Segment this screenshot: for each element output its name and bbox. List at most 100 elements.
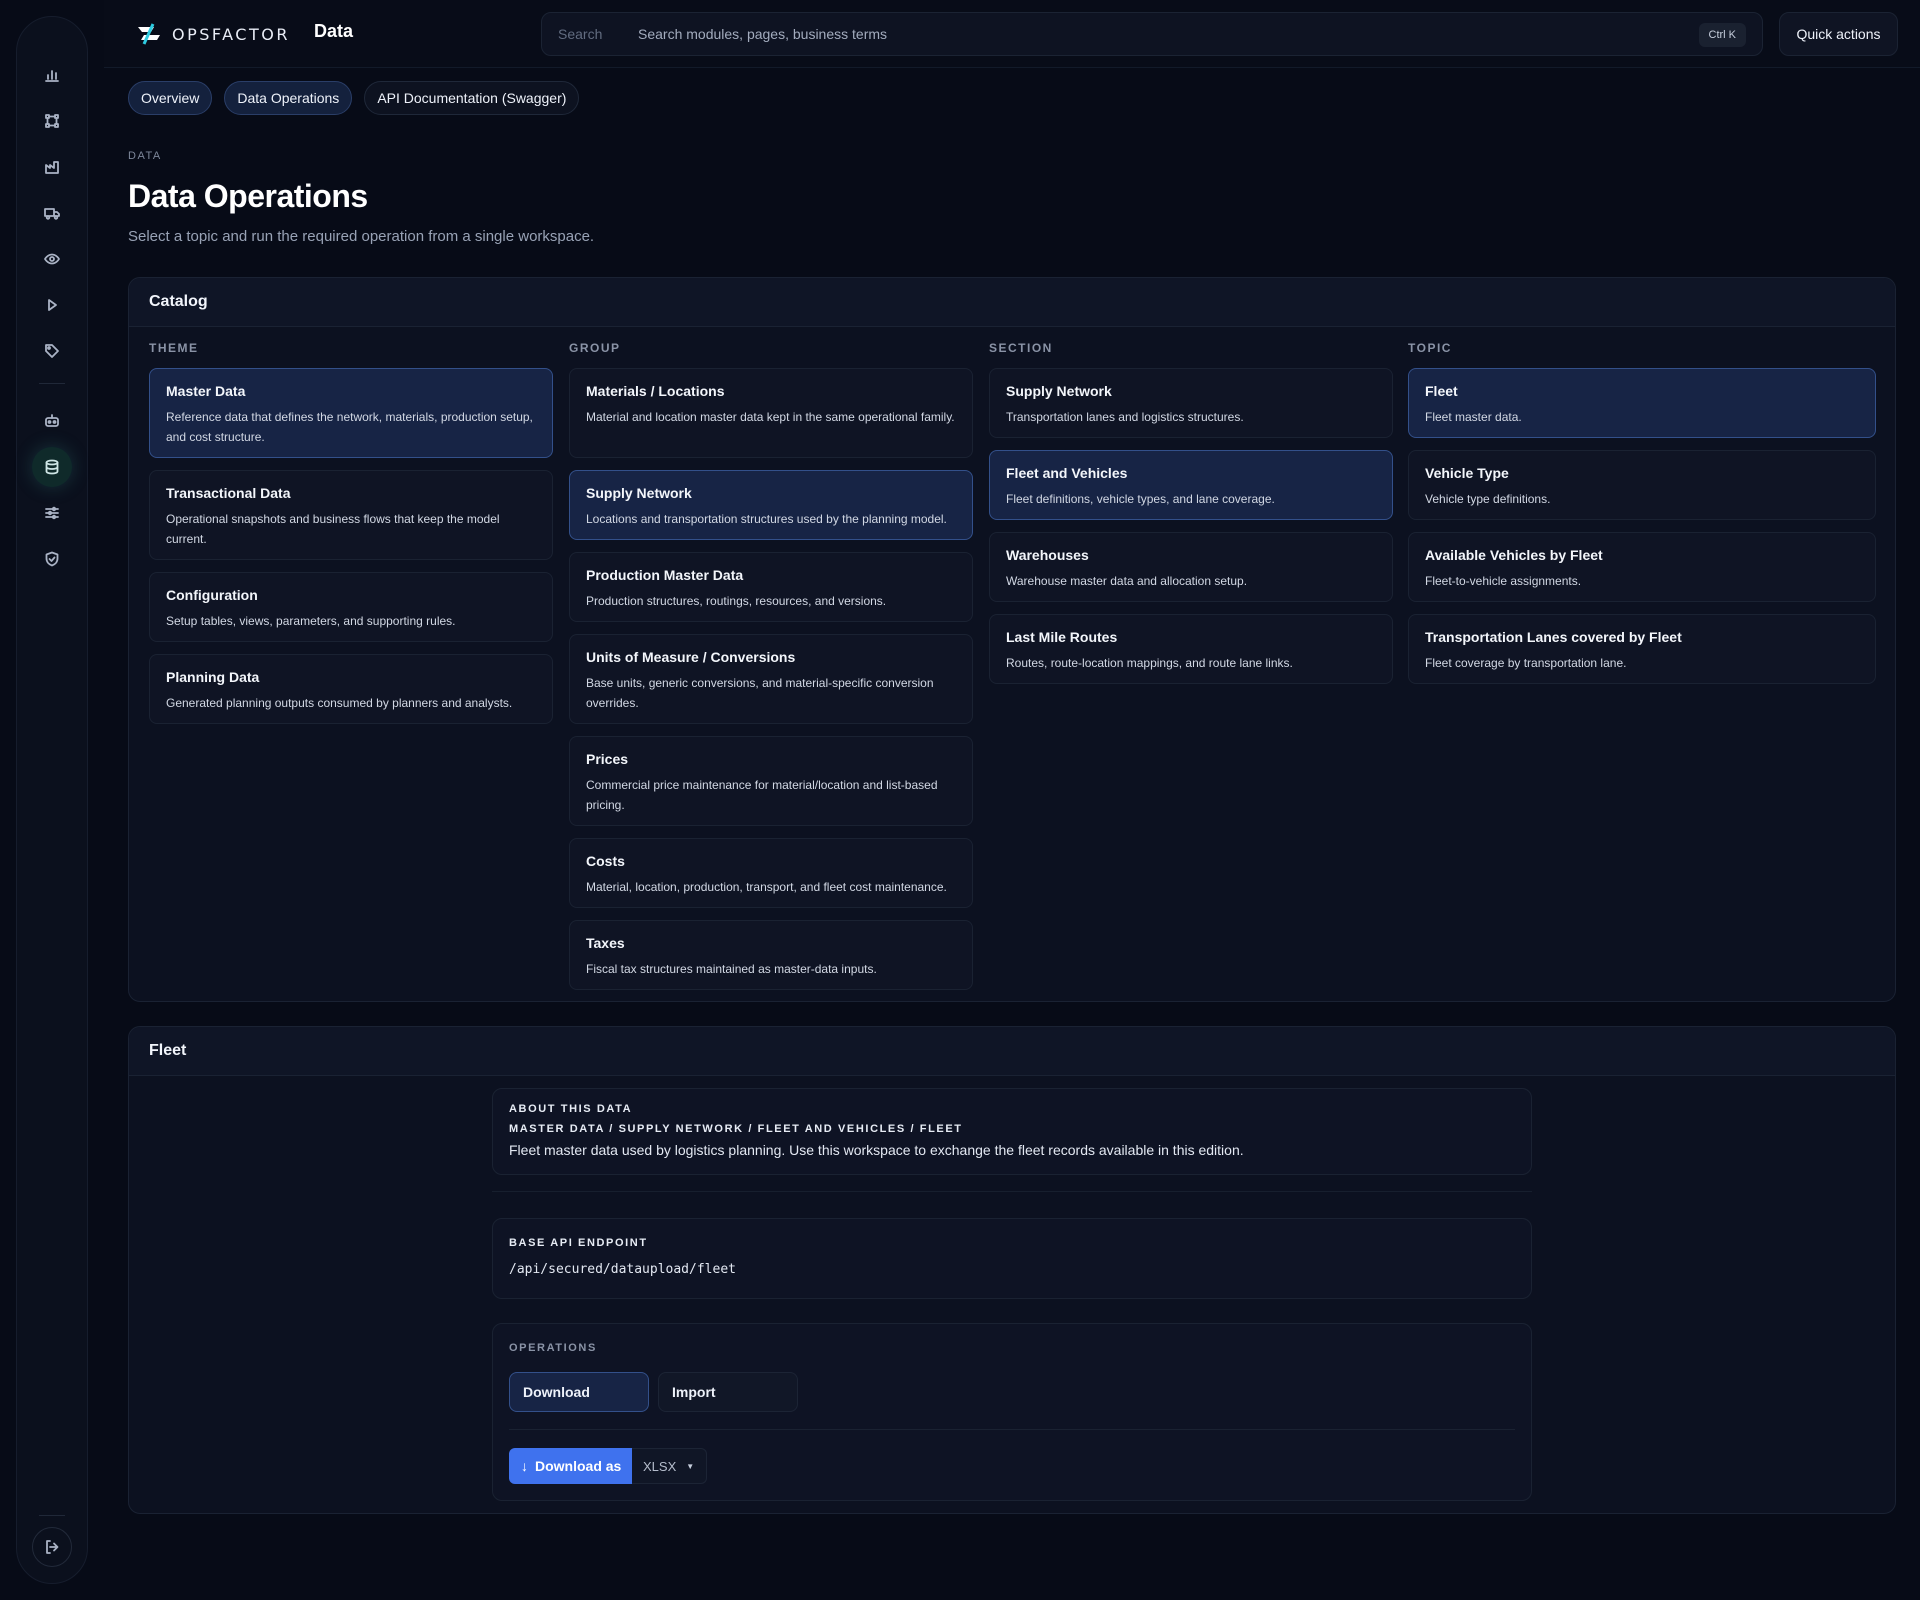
tab-api-documentation[interactable]: API Documentation (Swagger) [364, 81, 580, 115]
card-description: Base units, generic conversions, and mat… [586, 676, 934, 710]
shield-icon[interactable] [32, 539, 72, 579]
card-title: Configuration [166, 587, 258, 603]
page-tabs: Overview Data Operations API Documentati… [128, 81, 580, 115]
card-description: Material, location, production, transpor… [586, 880, 947, 894]
card-title: Planning Data [166, 669, 260, 685]
operations-label: OPERATIONS [509, 1342, 597, 1354]
card-title: Transactional Data [166, 485, 291, 501]
endpoint-label: BASE API ENDPOINT [509, 1237, 648, 1249]
format-select[interactable]: XLSX ▼ [632, 1448, 707, 1484]
eye-icon[interactable] [32, 239, 72, 279]
quick-actions-button[interactable]: Quick actions [1779, 12, 1898, 56]
card-description: Fleet master data. [1425, 410, 1522, 424]
card-title: Prices [586, 751, 629, 767]
section-column-label: SECTION [989, 341, 1053, 355]
robot-icon[interactable] [32, 401, 72, 441]
card-title: Taxes [586, 935, 625, 951]
card-title: Supply Network [586, 485, 692, 501]
card-description: Fiscal tax structures maintained as mast… [586, 962, 877, 976]
card-description: Routes, route-location mappings, and rou… [1006, 656, 1293, 670]
download-as-label: Download as [535, 1458, 622, 1474]
search-input[interactable] [638, 26, 1638, 42]
card-description: Fleet coverage by transportation lane. [1425, 656, 1627, 670]
card-title: Fleet and Vehicles [1006, 465, 1128, 481]
card-description: Generated planning outputs consumed by p… [166, 696, 513, 710]
theme-card-transactional-data[interactable]: Transactional Data Operational snapshots… [149, 470, 553, 560]
group-card-production-master-data[interactable]: Production Master Data Production struct… [569, 552, 973, 622]
group-column-label: GROUP [569, 341, 621, 355]
section-card-warehouses[interactable]: Warehouses Warehouse master data and all… [989, 532, 1393, 602]
data-path: MASTER DATA / SUPPLY NETWORK / FLEET AND… [509, 1123, 963, 1135]
database-icon[interactable] [32, 447, 72, 487]
card-description: Vehicle type definitions. [1425, 492, 1551, 506]
brand-name: OPSFACTOR [172, 24, 290, 44]
app-title: Data [314, 21, 354, 41]
topic-column-label: TOPIC [1408, 341, 1452, 355]
group-card-costs[interactable]: Costs Material, location, production, tr… [569, 838, 973, 908]
group-card-supply-network[interactable]: Supply Network Locations and transportat… [569, 470, 973, 540]
group-card-materials-locations[interactable]: Materials / Locations Material and locat… [569, 368, 973, 458]
card-title: Materials / Locations [586, 383, 725, 399]
about-label: ABOUT THIS DATA [509, 1103, 633, 1115]
import-operation-tab[interactable]: Import [658, 1372, 798, 1412]
search-bar[interactable]: Search Ctrl K [541, 12, 1763, 56]
group-card-units-of-measure[interactable]: Units of Measure / Conversions Base unit… [569, 634, 973, 724]
theme-card-configuration[interactable]: Configuration Setup tables, views, param… [149, 572, 553, 642]
page-subtitle: Select a topic and run the required oper… [128, 228, 595, 245]
download-as-button[interactable]: ↓ Download as [509, 1448, 632, 1484]
tab-data-operations[interactable]: Data Operations [224, 81, 353, 115]
card-description: Setup tables, views, parameters, and sup… [166, 614, 456, 628]
card-title: Available Vehicles by Fleet [1425, 547, 1603, 563]
card-description: Commercial price maintenance for materia… [586, 778, 938, 812]
endpoint-box: BASE API ENDPOINT /api/secured/datauploa… [492, 1218, 1532, 1299]
brand-logo[interactable]: OPSFACTOR [134, 20, 290, 48]
card-title: Fleet [1425, 383, 1458, 399]
card-title: Supply Network [1006, 383, 1112, 399]
divider [492, 1191, 1532, 1192]
group-card-taxes[interactable]: Taxes Fiscal tax structures maintained a… [569, 920, 973, 990]
section-card-last-mile-routes[interactable]: Last Mile Routes Routes, route-location … [989, 614, 1393, 684]
section-card-fleet-and-vehicles[interactable]: Fleet and Vehicles Fleet definitions, ve… [989, 450, 1393, 520]
top-bar: OPSFACTOR Data Search Ctrl K Quick actio… [104, 0, 1920, 68]
card-title: Units of Measure / Conversions [586, 649, 796, 665]
fleet-detail-panel: Fleet ABOUT THIS DATA MASTER DATA / SUPP… [128, 1026, 1896, 1514]
topic-card-transportation-lanes[interactable]: Transportation Lanes covered by Fleet Fl… [1408, 614, 1876, 684]
truck-icon[interactable] [32, 193, 72, 233]
opsfactor-logo-icon [138, 23, 160, 45]
card-title: Transportation Lanes covered by Fleet [1425, 629, 1682, 645]
theme-column-label: THEME [149, 341, 199, 355]
topic-card-vehicle-type[interactable]: Vehicle Type Vehicle type definitions. [1408, 450, 1876, 520]
play-icon[interactable] [32, 285, 72, 325]
card-title: Production Master Data [586, 567, 744, 583]
theme-card-planning-data[interactable]: Planning Data Generated planning outputs… [149, 654, 553, 724]
card-title: Costs [586, 853, 625, 869]
sliders-icon[interactable] [32, 493, 72, 533]
card-description: Locations and transportation structures … [586, 512, 947, 526]
tab-overview[interactable]: Overview [128, 81, 213, 115]
catalog-panel: Catalog THEME GROUP SECTION TOPIC Master… [128, 277, 1896, 1002]
topic-card-available-vehicles[interactable]: Available Vehicles by Fleet Fleet-to-veh… [1408, 532, 1876, 602]
theme-card-master-data[interactable]: Master Data Reference data that defines … [149, 368, 553, 458]
network-icon[interactable] [32, 101, 72, 141]
card-description: Operational snapshots and business flows… [166, 512, 500, 546]
card-title: Master Data [166, 383, 246, 399]
about-description: Fleet master data used by logistics plan… [509, 1142, 1244, 1158]
section-card-supply-network[interactable]: Supply Network Transportation lanes and … [989, 368, 1393, 438]
logout-icon[interactable] [32, 1527, 72, 1567]
card-title: Vehicle Type [1425, 465, 1509, 481]
tag-icon[interactable] [32, 331, 72, 371]
card-title: Last Mile Routes [1006, 629, 1118, 645]
endpoint-path[interactable]: /api/secured/dataupload/fleet [509, 1262, 1515, 1277]
download-operation-tab[interactable]: Download [509, 1372, 649, 1412]
card-description: Material and location master data kept i… [586, 410, 955, 424]
card-description: Transportation lanes and logistics struc… [1006, 410, 1244, 424]
card-title: Warehouses [1006, 547, 1089, 563]
shortcut-badge: Ctrl K [1698, 23, 1746, 47]
factory-icon[interactable] [32, 147, 72, 187]
card-description: Warehouse master data and allocation set… [1006, 574, 1248, 588]
catalog-title: Catalog [129, 278, 1895, 327]
bar-chart-icon[interactable] [32, 55, 72, 95]
card-description: Production structures, routings, resourc… [586, 594, 887, 608]
topic-card-fleet[interactable]: Fleet Fleet master data. [1408, 368, 1876, 438]
group-card-prices[interactable]: Prices Commercial price maintenance for … [569, 736, 973, 826]
